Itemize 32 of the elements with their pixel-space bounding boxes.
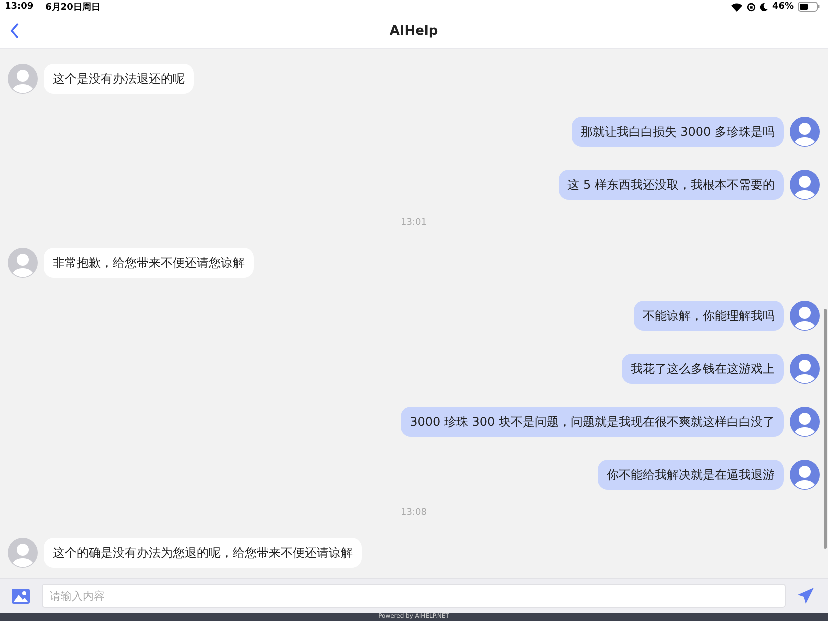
timestamp: 13:01: [401, 218, 427, 230]
avatar-icon: [8, 64, 38, 94]
message-input[interactable]: 请输入内容: [42, 584, 786, 608]
battery-percent: 46%: [772, 2, 794, 12]
lock-rotation-icon: [747, 2, 756, 12]
avatar-icon: [790, 117, 820, 147]
avatar-icon: [790, 301, 820, 331]
user-message: 那就让我白白损失 3000 多珍珠是吗: [572, 117, 784, 147]
user-message: 不能谅解，你能理解我吗: [634, 301, 784, 331]
agent-message: 这个是没有办法退还的呢: [44, 64, 194, 94]
send-button[interactable]: [798, 588, 814, 604]
agent-message: 非常抱歉，给您带来不便还请您谅解: [44, 248, 254, 278]
user-message: 3000 珍珠 300 块不是问题，问题就是我现在很不爽就这样白白没了: [401, 407, 784, 437]
avatar-icon: [790, 170, 820, 200]
status-date: 6月20日周日: [46, 2, 100, 14]
moon-icon: [760, 2, 768, 12]
avatar-icon: [790, 407, 820, 437]
battery-icon: [798, 2, 820, 12]
window-title: AIHelp: [390, 24, 438, 38]
avatar-icon: [8, 538, 38, 568]
user-message: 你不能给我解决就是在逼我退游: [598, 460, 784, 490]
user-message: 这 5 样东西我还没取，我根本不需要的: [558, 170, 784, 200]
image-button[interactable]: [12, 588, 30, 604]
back-button[interactable]: [10, 23, 20, 39]
avatar-icon: [790, 354, 820, 384]
avatar-icon: [8, 248, 38, 278]
agent-message: 这个的确是没有办法为您退的呢，给您带来不便还请谅解: [44, 538, 362, 568]
user-message: 我花了这么多钱在这游戏上: [622, 354, 784, 384]
status-time: 13:09: [5, 2, 34, 12]
avatar-icon: [790, 460, 820, 490]
timestamp: 13:08: [401, 508, 427, 520]
wifi-icon: [731, 2, 744, 12]
